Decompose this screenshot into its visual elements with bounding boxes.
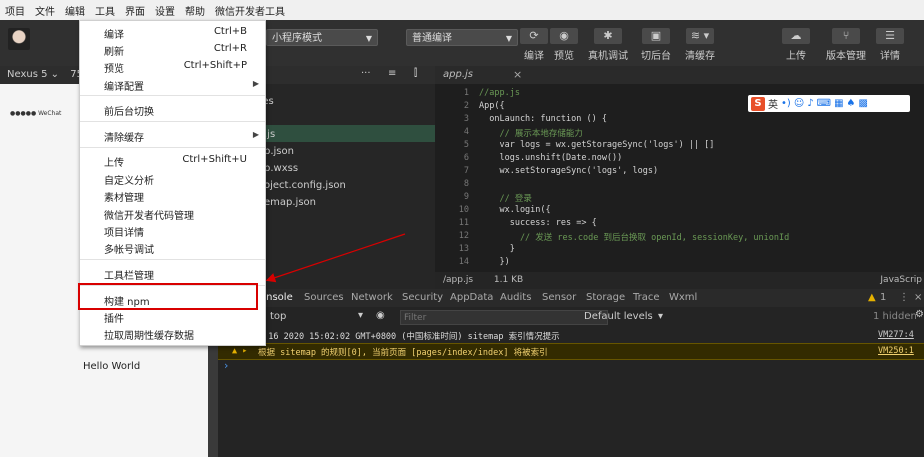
annotation-arrow [265,233,406,283]
